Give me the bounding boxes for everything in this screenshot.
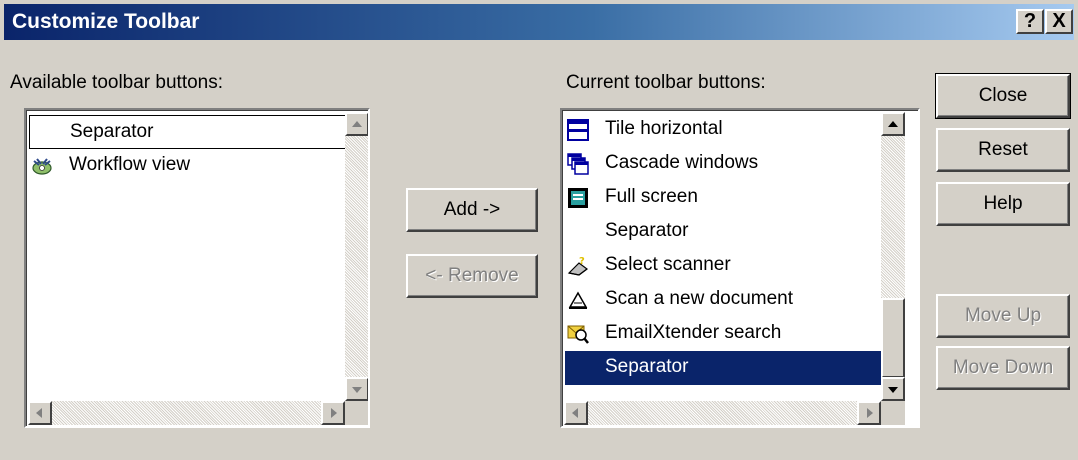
scroll-up-icon — [352, 121, 362, 127]
list-item[interactable]: Cascade windows — [565, 147, 883, 181]
current-buttons-list[interactable]: Tile horizontal Cascade windows Full scr… — [560, 108, 920, 428]
window-title: Customize Toolbar — [12, 10, 200, 33]
reset-button[interactable]: Reset — [936, 128, 1070, 172]
scan-document-icon — [568, 291, 588, 309]
list-item[interactable]: Tile horizontal — [565, 113, 883, 147]
list-item[interactable]: Separator — [565, 215, 883, 249]
help-button[interactable]: Help — [936, 182, 1070, 226]
scroll-left-icon — [36, 408, 42, 418]
help-title-button[interactable]: ? — [1016, 9, 1044, 34]
scrollbar-corner — [345, 401, 368, 425]
list-item[interactable]: Full screen — [565, 181, 883, 215]
list-item[interactable]: Separator — [29, 115, 347, 149]
list-item-label: Tile horizontal — [605, 118, 723, 139]
list-item-label: EmailXtender search — [605, 322, 782, 343]
available-horizontal-scrollbar[interactable] — [28, 401, 345, 425]
current-horizontal-scrollbar[interactable] — [564, 401, 881, 425]
scroll-down-button[interactable] — [881, 377, 905, 401]
scroll-right-icon — [867, 408, 873, 418]
list-item[interactable]: Separator — [565, 351, 883, 385]
current-vertical-scrollbar[interactable] — [881, 112, 905, 401]
scroll-up-button[interactable] — [881, 112, 905, 136]
list-item-label: Workflow view — [69, 154, 191, 175]
cascade-windows-icon — [567, 153, 589, 175]
available-buttons-label: Available toolbar buttons: — [10, 72, 224, 93]
scroll-down-button[interactable] — [345, 377, 368, 401]
scroll-thumb[interactable] — [881, 298, 905, 378]
available-vertical-scrollbar[interactable] — [345, 112, 368, 401]
scroll-right-button[interactable] — [321, 401, 345, 425]
move-up-button[interactable]: Move Up — [936, 294, 1070, 338]
current-buttons-label: Current toolbar buttons: — [566, 72, 766, 93]
available-buttons-list[interactable]: Separator Workflow view — [24, 108, 370, 428]
list-item-label: Separator — [605, 356, 689, 377]
scroll-up-button[interactable] — [345, 112, 368, 136]
scroll-right-button[interactable] — [857, 401, 881, 425]
title-bar[interactable]: Customize Toolbar ? X — [4, 4, 1074, 40]
add-button[interactable]: Add -> — [406, 188, 538, 232]
scroll-left-icon — [572, 408, 578, 418]
move-down-button[interactable]: Move Down — [936, 346, 1070, 390]
emailxtender-search-icon — [567, 325, 589, 344]
tile-horizontal-icon — [567, 119, 589, 141]
list-item[interactable]: Workflow view — [29, 149, 347, 183]
list-item-label: Separator — [70, 121, 154, 142]
scroll-left-button[interactable] — [564, 401, 588, 425]
list-item[interactable]: Scan a new document — [565, 283, 883, 317]
scrollbar-corner — [881, 401, 905, 425]
scroll-down-icon — [888, 387, 898, 393]
svg-text:?: ? — [579, 256, 585, 267]
scroll-left-button[interactable] — [28, 401, 52, 425]
list-item-label: Scan a new document — [605, 288, 794, 309]
full-screen-icon — [568, 188, 588, 208]
scroll-right-icon — [331, 408, 337, 418]
list-item-label: Cascade windows — [605, 152, 759, 173]
list-item[interactable]: EmailXtender search — [565, 317, 883, 351]
scroll-up-icon — [888, 121, 898, 127]
workflow-icon — [32, 158, 52, 175]
list-item-label: Select scanner — [605, 254, 731, 275]
list-item-label: Separator — [605, 220, 689, 241]
close-title-button[interactable]: X — [1045, 9, 1073, 34]
customize-toolbar-dialog: Customize Toolbar ? X Available toolbar … — [0, 0, 1078, 460]
close-button[interactable]: Close — [935, 73, 1071, 119]
list-item-label: Full screen — [605, 186, 698, 207]
remove-button[interactable]: <- Remove — [406, 254, 538, 298]
list-item[interactable]: ? Select scanner — [565, 249, 883, 283]
scroll-down-icon — [352, 387, 362, 393]
select-scanner-icon: ? — [567, 256, 588, 276]
